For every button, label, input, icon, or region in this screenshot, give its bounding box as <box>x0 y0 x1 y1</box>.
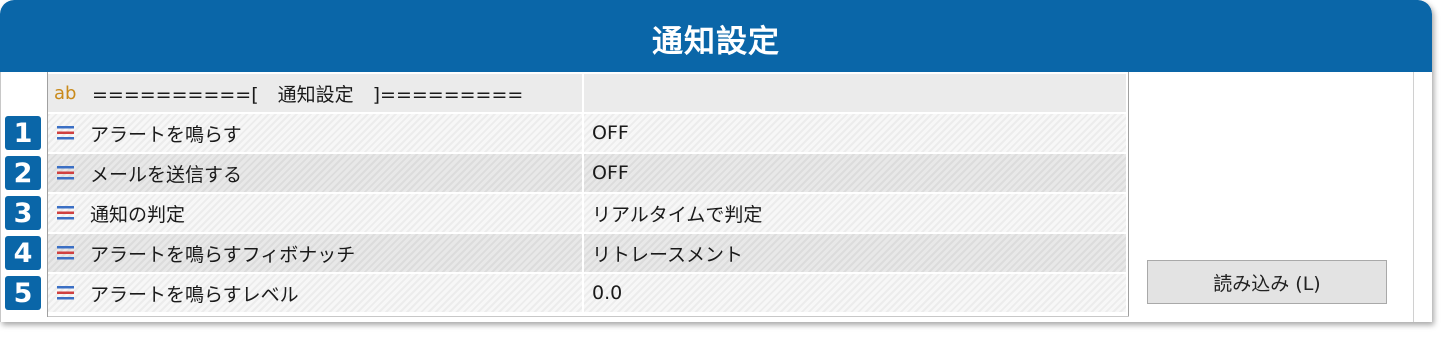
param-name-cell: ab ==========[ 通知設定 ]========= <box>48 74 584 112</box>
panel-title: 通知設定 <box>652 23 780 60</box>
param-value[interactable]: リトレースメント <box>584 234 1126 272</box>
equals-icon <box>57 246 74 260</box>
parameters-table: ab ==========[ 通知設定 ]========= アラートを鳴らす … <box>47 72 1174 317</box>
table-row[interactable]: メールを送信する OFF <box>48 154 1126 194</box>
badge-5: 5 <box>5 276 41 310</box>
table-row[interactable]: アラートを鳴らす OFF <box>48 114 1126 154</box>
load-button[interactable]: 読み込み (L) <box>1147 260 1387 304</box>
param-name: 通知の判定 <box>90 203 186 226</box>
badge-2: 2 <box>5 156 41 190</box>
table-bottom-divider <box>48 316 1174 317</box>
param-name: ==========[ 通知設定 ]========= <box>92 83 524 106</box>
equals-icon <box>57 126 74 140</box>
param-value[interactable]: リアルタイムで判定 <box>584 194 1126 232</box>
content-area: 1 2 3 4 5 ab ==========[ 通知設定 ]========= <box>0 72 1432 322</box>
equals-icon <box>57 166 74 180</box>
table-row[interactable]: アラートを鳴らすレベル 0.0 <box>48 274 1126 314</box>
equals-icon <box>57 206 74 220</box>
param-value[interactable]: OFF <box>584 154 1126 192</box>
param-name: アラートを鳴らす <box>90 123 242 146</box>
badge-4: 4 <box>5 236 41 270</box>
table-row[interactable]: アラートを鳴らすフィボナッチ リトレースメント <box>48 234 1126 274</box>
param-name: アラートを鳴らすフィボナッチ <box>90 243 356 266</box>
param-value[interactable]: OFF <box>584 114 1126 152</box>
param-name-cell: メールを送信する <box>48 154 584 192</box>
badge-3: 3 <box>5 196 41 230</box>
side-strip <box>1413 72 1432 322</box>
param-name: メールを送信する <box>90 163 243 186</box>
panel-header: 通知設定 <box>0 0 1432 72</box>
badge-1: 1 <box>5 116 41 150</box>
param-name-cell: アラートを鳴らすフィボナッチ <box>48 234 584 272</box>
param-value[interactable]: 0.0 <box>584 274 1126 312</box>
equals-icon <box>57 286 74 300</box>
notification-settings-panel: 通知設定 1 2 3 4 5 ab ==========[ 通知設定 ]====… <box>0 0 1432 322</box>
param-name-cell: アラートを鳴らすレベル <box>48 274 584 312</box>
param-name-cell: アラートを鳴らす <box>48 114 584 152</box>
table-row[interactable]: 通知の判定 リアルタイムで判定 <box>48 194 1126 234</box>
param-name-cell: 通知の判定 <box>48 194 584 232</box>
param-value <box>584 74 1126 112</box>
ab-icon: ab <box>54 82 77 104</box>
table-row-section[interactable]: ab ==========[ 通知設定 ]========= <box>48 74 1126 114</box>
param-name: アラートを鳴らすレベル <box>90 283 299 306</box>
